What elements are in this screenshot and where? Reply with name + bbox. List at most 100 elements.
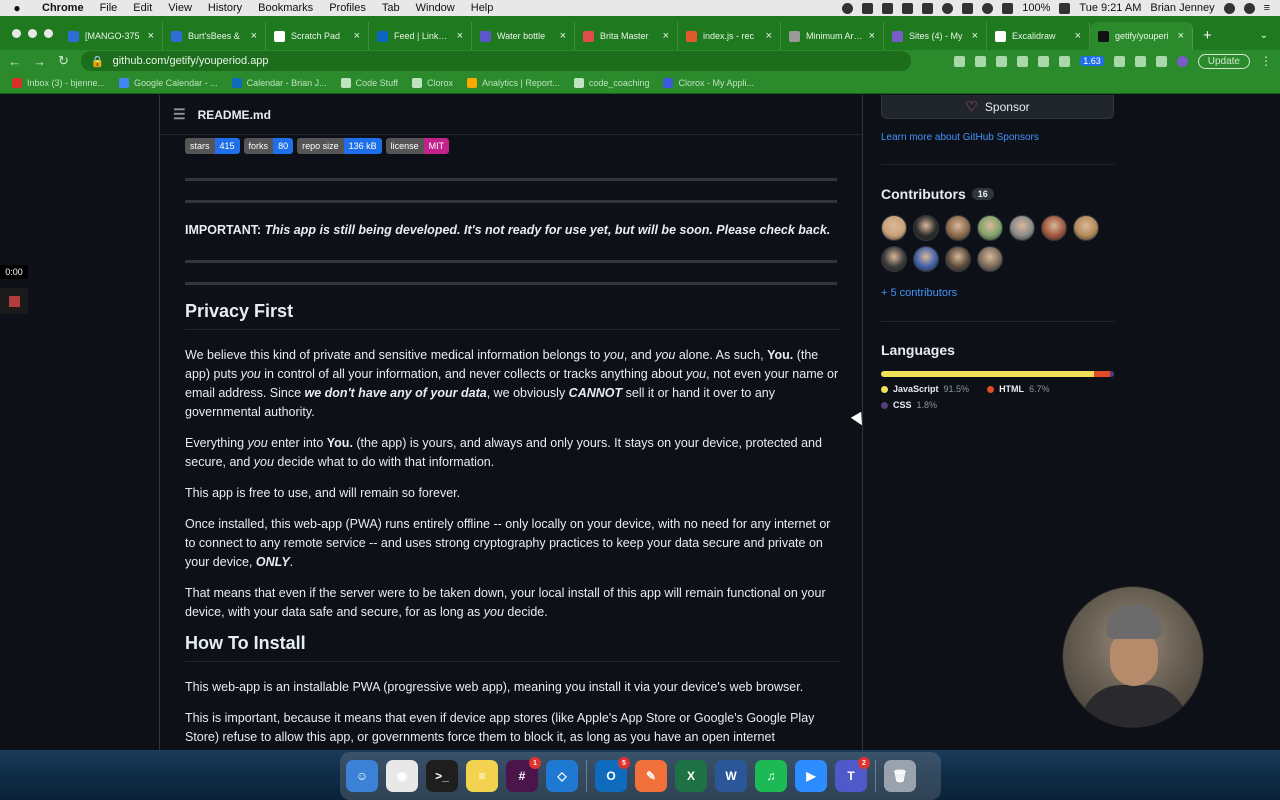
tab-close-icon[interactable]: ×: [869, 30, 875, 42]
bookmark-item[interactable]: Inbox (3) - bjenne...: [12, 77, 105, 88]
puzzle-icon[interactable]: [1134, 55, 1146, 67]
language-item[interactable]: JavaScript 91.5%: [881, 384, 969, 394]
outline-list-icon[interactable]: ☰: [173, 106, 186, 123]
menu-file[interactable]: File: [92, 0, 126, 16]
menu-tab[interactable]: Tab: [374, 0, 408, 16]
green-extension-icon[interactable]: [1113, 55, 1125, 67]
readme-badge-repo-size[interactable]: repo size 136 kB: [297, 138, 382, 154]
camera-icon[interactable]: [954, 55, 966, 67]
dock-zoom-icon[interactable]: ▶: [795, 760, 827, 792]
readme-badge-forks[interactable]: forks 80: [243, 138, 294, 154]
volume-icon[interactable]: [1002, 2, 1014, 14]
tab-search-chevron-down-icon[interactable]: ⌄: [1260, 30, 1280, 50]
menu-window[interactable]: Window: [408, 0, 463, 16]
browser-tab[interactable]: Brita Master ×: [575, 22, 678, 50]
browser-tab[interactable]: index.js - rec ×: [678, 22, 781, 50]
dock-chrome-icon[interactable]: ◉: [386, 760, 418, 792]
tab-close-icon[interactable]: ×: [766, 30, 772, 42]
contributor-avatar[interactable]: [945, 246, 971, 272]
contributor-avatar[interactable]: [977, 215, 1003, 241]
menubar-user[interactable]: Brian Jenney: [1150, 2, 1214, 14]
dock-excel-icon[interactable]: X: [675, 760, 707, 792]
bluetooth-icon[interactable]: [962, 2, 974, 14]
bookmark-star-icon[interactable]: [1017, 55, 1029, 67]
dock-vscode-icon[interactable]: ◇: [546, 760, 578, 792]
browser-tab[interactable]: Water bottle ×: [472, 22, 575, 50]
tab-close-icon[interactable]: ×: [251, 30, 257, 42]
contributor-avatar[interactable]: [945, 215, 971, 241]
extension-icon[interactable]: [1038, 55, 1050, 67]
menu-history[interactable]: History: [200, 0, 250, 16]
back-arrow-icon[interactable]: ←: [8, 54, 21, 69]
tab-close-icon[interactable]: ×: [1178, 30, 1184, 42]
browser-tab[interactable]: [MANGO-375 ×: [60, 22, 163, 50]
extension-badge[interactable]: 1.63: [1080, 56, 1104, 66]
browser-tab[interactable]: Feed | LinkedI ×: [369, 22, 472, 50]
bookmark-item[interactable]: Clorox - My Appli...: [663, 77, 754, 88]
new-tab-button[interactable]: +: [1193, 27, 1222, 50]
clock-icon[interactable]: [942, 2, 954, 14]
menu-help[interactable]: Help: [463, 0, 502, 16]
contributor-avatar[interactable]: [1009, 215, 1035, 241]
contributors-heading[interactable]: Contributors 16: [881, 186, 994, 202]
contributor-avatar[interactable]: [913, 246, 939, 272]
tab-close-icon[interactable]: ×: [663, 30, 669, 42]
battery-percent[interactable]: 100%: [1022, 2, 1050, 14]
tab-close-icon[interactable]: ×: [1075, 30, 1081, 42]
gear-icon[interactable]: [882, 2, 894, 14]
dock-terminal-icon[interactable]: >_: [426, 760, 458, 792]
contributor-avatar[interactable]: [1041, 215, 1067, 241]
dock-slack-icon[interactable]: #1: [506, 757, 541, 792]
reload-icon[interactable]: ↻: [58, 53, 69, 69]
contributor-avatar[interactable]: [977, 246, 1003, 272]
contributor-avatar[interactable]: [881, 246, 907, 272]
dock-finder-icon[interactable]: ☺: [346, 760, 378, 792]
more-contributors-link[interactable]: + 5 contributors: [881, 287, 957, 299]
tab-close-icon[interactable]: ×: [972, 30, 978, 42]
contributors-title[interactable]: Contributors: [881, 186, 966, 202]
calendar-icon[interactable]: [922, 2, 934, 14]
learn-more-sponsors-link[interactable]: Learn more about GitHub Sponsors: [881, 132, 1039, 143]
language-item[interactable]: HTML 6.7%: [987, 384, 1050, 394]
bookmark-item[interactable]: Clorox: [412, 77, 453, 88]
menu-bookmarks[interactable]: Bookmarks: [250, 0, 321, 16]
record-icon[interactable]: [842, 2, 854, 14]
browser-tab[interactable]: Burt'sBees & ×: [163, 22, 266, 50]
kebab-menu-icon[interactable]: ⋮: [1260, 54, 1272, 68]
tab-close-icon[interactable]: ×: [354, 30, 360, 42]
bookmark-item[interactable]: Google Calendar - ...: [119, 77, 218, 88]
browser-tab[interactable]: Minimum Area ×: [781, 22, 884, 50]
stop-recording-button[interactable]: [0, 288, 28, 314]
forward-arrow-icon[interactable]: →: [33, 54, 46, 69]
tab-close-icon[interactable]: ×: [457, 30, 463, 42]
contributor-avatar[interactable]: [881, 215, 907, 241]
browser-tab[interactable]: getify/youperi ×: [1090, 22, 1193, 50]
readme-badge-stars[interactable]: stars 415: [185, 138, 240, 154]
minimize-window-button[interactable]: [28, 28, 37, 38]
language-item[interactable]: CSS 1.8%: [881, 400, 937, 410]
dock-trash-icon[interactable]: 🗑: [884, 760, 916, 792]
url-text[interactable]: github.com/getify/youperiod.app: [113, 55, 269, 67]
close-window-button[interactable]: [12, 28, 21, 38]
update-button[interactable]: Update: [1197, 53, 1250, 69]
dock-teams-icon[interactable]: T2: [835, 757, 870, 792]
apple-icon[interactable]: ●: [0, 1, 34, 15]
lock-icon[interactable]: 🔒: [91, 55, 105, 68]
readme-badge-license[interactable]: license MIT: [385, 138, 450, 154]
dock-spotify-icon[interactable]: ♫: [755, 760, 787, 792]
wifi-icon[interactable]: [982, 2, 994, 14]
contributor-avatar[interactable]: [1073, 215, 1099, 241]
siri-icon[interactable]: [1243, 2, 1255, 14]
dock-word-icon[interactable]: W: [715, 760, 747, 792]
control-center-icon[interactable]: ≡: [1264, 2, 1270, 14]
sidebar-icon[interactable]: [1155, 55, 1167, 67]
maximize-window-button[interactable]: [44, 28, 53, 38]
contributor-avatar[interactable]: [913, 215, 939, 241]
browser-tab[interactable]: Scratch Pad ×: [266, 22, 369, 50]
dock-pencil-icon[interactable]: ✎: [635, 760, 667, 792]
browser-tab[interactable]: Excalidraw ×: [987, 22, 1090, 50]
sponsor-button[interactable]: ♡ Sponsor: [881, 95, 1114, 119]
menu-edit[interactable]: Edit: [125, 0, 160, 16]
address-bar[interactable]: 🔒 github.com/getify/youperiod.app: [80, 51, 911, 71]
browser-tab[interactable]: Sites (4) - My ×: [884, 22, 987, 50]
